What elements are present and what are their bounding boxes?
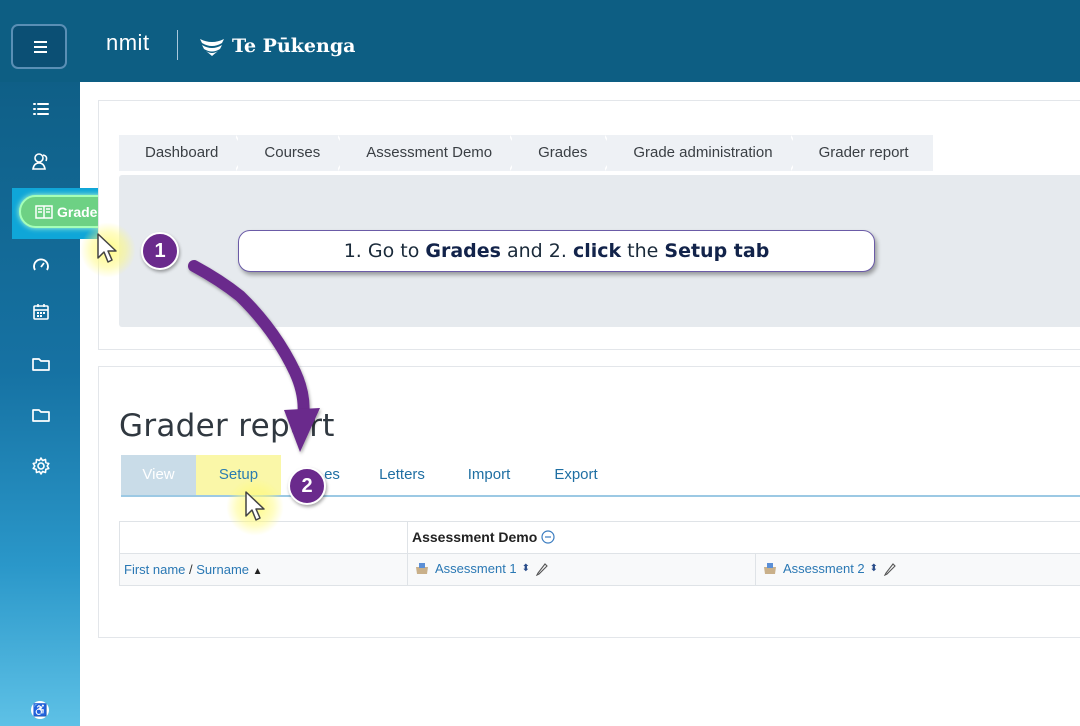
name-separator: / xyxy=(185,562,197,577)
step-1-badge: 1 xyxy=(141,232,179,270)
callout-text: the xyxy=(621,240,665,262)
assessment-2-header: Assessment 2 ⬍ xyxy=(762,561,897,576)
callout-text: 1. Go to xyxy=(343,240,426,262)
breadcrumb-item-grader-report[interactable]: Grader report xyxy=(792,135,933,171)
callout-bold-click: click xyxy=(572,240,622,262)
tab-export[interactable]: Export xyxy=(538,455,614,495)
step-2-badge: 2 xyxy=(288,467,326,505)
mouse-pointer-icon xyxy=(97,233,117,263)
category-header: Assessment Demo xyxy=(412,529,555,545)
sidebar xyxy=(0,82,80,726)
table-divider xyxy=(755,554,756,586)
folder-icon[interactable] xyxy=(31,405,51,425)
sort-toggle-icon[interactable]: ⬍ xyxy=(870,563,878,574)
breadcrumb-item-course[interactable]: Assessment Demo xyxy=(340,135,513,171)
menu-icon-bar xyxy=(34,51,47,53)
assessment-2-link[interactable]: Assessment 2 xyxy=(783,561,865,576)
mouse-pointer-icon xyxy=(245,491,265,521)
breadcrumb-item-grade-administration[interactable]: Grade administration xyxy=(607,135,793,171)
menu-icon-bar xyxy=(34,41,47,43)
breadcrumb-item-dashboard[interactable]: Dashboard xyxy=(119,135,239,171)
edit-pencil-icon[interactable] xyxy=(535,562,549,576)
logo-divider xyxy=(177,30,178,60)
gauge-icon[interactable] xyxy=(31,255,51,275)
screen: nmit Te Pūkenga ♿ Grades Dashboard Cours… xyxy=(0,0,1080,726)
sort-surname-link[interactable]: Surname xyxy=(196,562,249,577)
tab-letters[interactable]: Letters xyxy=(364,455,440,495)
assessment-1-link[interactable]: Assessment 1 xyxy=(435,561,517,576)
sort-ascending-icon[interactable]: ▲ xyxy=(253,566,263,577)
calendar-icon[interactable] xyxy=(31,302,51,322)
collapse-icon[interactable] xyxy=(541,530,555,544)
list-icon[interactable] xyxy=(31,99,51,119)
category-title: Assessment Demo xyxy=(412,529,538,545)
menu-toggle-button[interactable] xyxy=(11,24,67,69)
page-title: Grader report xyxy=(119,408,335,444)
breadcrumb-item-courses[interactable]: Courses xyxy=(238,135,341,171)
table-divider xyxy=(407,521,408,586)
te-pukenga-mark-icon xyxy=(200,39,224,56)
callout-bold-setup: Setup tab xyxy=(664,240,770,262)
name-column-header: First name / Surname ▲ xyxy=(124,562,263,577)
tab-import[interactable]: Import xyxy=(451,455,527,495)
accessibility-icon[interactable]: ♿ xyxy=(31,701,49,719)
table-row xyxy=(119,554,1080,586)
menu-icon-bar xyxy=(34,46,47,48)
grades-book-icon xyxy=(35,204,53,219)
edit-pencil-icon[interactable] xyxy=(883,562,897,576)
assessment-1-header: Assessment 1 ⬍ xyxy=(414,561,549,576)
breadcrumb-item-grades[interactable]: Grades xyxy=(512,135,608,171)
te-pukenga-logo[interactable]: Te Pūkenga xyxy=(198,33,355,59)
sort-toggle-icon[interactable]: ⬍ xyxy=(522,563,530,574)
assignment-icon xyxy=(764,562,776,574)
top-navbar: nmit Te Pūkenga xyxy=(0,0,1080,82)
tab-view[interactable]: View xyxy=(121,455,196,495)
gear-icon[interactable] xyxy=(31,456,51,476)
breadcrumb: Dashboard Courses Assessment Demo Grades… xyxy=(119,135,933,171)
callout-bold-grades: Grades xyxy=(425,240,501,262)
te-pukenga-wordmark: Te Pūkenga xyxy=(232,35,356,57)
assignment-icon xyxy=(416,562,428,574)
folder-icon[interactable] xyxy=(31,354,51,374)
sort-first-name-link[interactable]: First name xyxy=(124,562,185,577)
instruction-callout: 1. Go to Grades and 2. click the Setup t… xyxy=(238,230,875,272)
nmit-logo[interactable]: nmit xyxy=(106,30,150,56)
users-icon[interactable] xyxy=(31,151,51,171)
callout-text: and 2. xyxy=(500,240,573,262)
